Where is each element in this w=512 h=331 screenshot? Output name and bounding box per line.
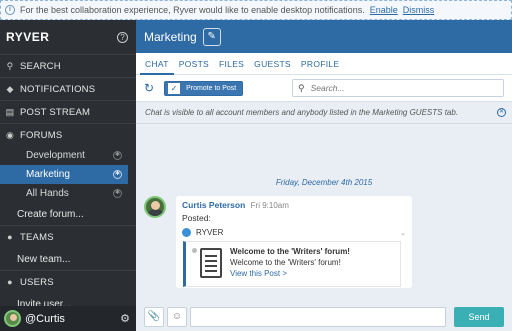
- promote-label: Promote to Post: [186, 84, 237, 92]
- nav-post-stream-label: POST STREAM: [20, 106, 91, 118]
- attach-icon[interactable]: 📎: [144, 307, 164, 327]
- forum-label: Marketing: [26, 169, 70, 180]
- chevron-down-icon[interactable]: ⌄: [400, 229, 406, 237]
- emoji-icon[interactable]: ☺: [167, 307, 187, 327]
- status-dot-icon: [192, 248, 197, 253]
- nav-users[interactable]: ● USERS: [0, 270, 136, 293]
- user-bar: @Curtis ⚙: [0, 306, 136, 331]
- nav-search[interactable]: ⚲ SEARCH: [0, 54, 136, 77]
- search-box[interactable]: ⚲: [292, 79, 504, 97]
- sidebar: RYVER ? ⚲ SEARCH ◆ NOTIFICATIONS ▤ POST …: [0, 20, 136, 331]
- message-author[interactable]: Curtis Peterson: [182, 200, 245, 210]
- post-card-body: Welcome to the 'Writers' forum!: [230, 258, 341, 267]
- nav-users-label: USERS: [20, 276, 54, 288]
- tab-profile[interactable]: PROFILE: [296, 53, 344, 75]
- page-title: Marketing: [144, 29, 197, 44]
- forums-icon: ◉: [5, 129, 15, 140]
- avatar[interactable]: [144, 196, 166, 218]
- send-button[interactable]: Send: [454, 307, 504, 327]
- gear-icon[interactable]: ✱: [113, 151, 122, 160]
- visibility-banner: Chat is visible to all account members a…: [136, 102, 512, 124]
- sidebar-item-all-hands[interactable]: All Hands ✱: [0, 184, 136, 203]
- nav-post-stream[interactable]: ▤ POST STREAM: [0, 100, 136, 123]
- message-source: RYVER ⌄: [182, 228, 406, 237]
- edit-pencil-icon[interactable]: ✎: [202, 27, 221, 46]
- search-icon: ⚲: [298, 82, 305, 93]
- tab-files[interactable]: FILES: [214, 53, 249, 75]
- nav-notifications-label: NOTIFICATIONS: [20, 83, 96, 95]
- brand-bar: RYVER ?: [0, 20, 136, 54]
- bell-icon: ◆: [6, 83, 14, 94]
- nav-forums-label: FORUMS: [20, 129, 63, 141]
- view-post-link[interactable]: View this Post >: [230, 268, 350, 279]
- stream-icon: ▤: [5, 106, 15, 117]
- tab-bar: CHAT POSTS FILES GUESTS PROFILE: [136, 53, 512, 75]
- settings-gear-icon[interactable]: ⚙: [120, 312, 130, 325]
- username[interactable]: @Curtis: [25, 313, 120, 325]
- ryver-icon: [182, 228, 191, 237]
- date-divider: Friday, December 4th 2015: [275, 178, 373, 187]
- create-forum-link[interactable]: Create forum...: [0, 203, 136, 225]
- nav-forums[interactable]: ◉ FORUMS: [0, 123, 136, 146]
- help-icon[interactable]: ?: [117, 31, 128, 43]
- nav-search-label: SEARCH: [20, 60, 61, 72]
- notification-banner: i For the best collaboration experience,…: [0, 0, 512, 20]
- gear-icon[interactable]: ✱: [113, 170, 122, 179]
- visibility-text: Chat is visible to all account members a…: [145, 108, 459, 117]
- refresh-icon[interactable]: ↻: [144, 81, 154, 95]
- forum-label: All Hands: [26, 188, 69, 199]
- message-bubble: Curtis Peterson Fri 9:10am Posted: RYVER…: [176, 196, 412, 288]
- teams-icon: ●: [7, 232, 13, 242]
- close-icon[interactable]: ✕: [497, 108, 506, 117]
- nav-teams-label: TEAMS: [20, 231, 54, 243]
- message-header: Curtis Peterson Fri 9:10am: [182, 200, 406, 210]
- new-team-link[interactable]: New team...: [0, 248, 136, 270]
- checkmark-icon: ✓: [168, 82, 181, 94]
- enable-link[interactable]: Enable: [370, 5, 398, 15]
- sidebar-item-marketing[interactable]: Marketing ✱: [0, 165, 128, 184]
- tab-guests[interactable]: GUESTS: [249, 53, 296, 75]
- ryver-logo: RYVER: [6, 30, 50, 44]
- main-panel: Marketing ✎ CHAT POSTS FILES GUESTS PROF…: [136, 20, 512, 331]
- avatar[interactable]: [4, 310, 21, 327]
- gear-icon[interactable]: ✱: [113, 189, 122, 198]
- forum-label: Development: [26, 150, 85, 161]
- document-icon: [200, 248, 222, 278]
- notification-text: For the best collaboration experience, R…: [20, 5, 365, 15]
- message-composer: 📎 ☺ Send: [136, 303, 512, 331]
- message-input[interactable]: [190, 307, 446, 327]
- sidebar-item-development[interactable]: Development ✱: [0, 146, 136, 165]
- nav-notifications[interactable]: ◆ NOTIFICATIONS: [0, 77, 136, 100]
- source-label: RYVER: [196, 228, 224, 237]
- promote-to-post-button[interactable]: ✓ Promote to Post: [164, 80, 244, 96]
- forum-header: Marketing ✎: [136, 20, 512, 53]
- post-card-text: Welcome to the 'Writers' forum! Welcome …: [230, 246, 350, 282]
- info-icon: i: [5, 5, 15, 15]
- dismiss-link[interactable]: Dismiss: [403, 5, 435, 15]
- search-icon: ⚲: [6, 60, 14, 71]
- nav-teams[interactable]: ● TEAMS: [0, 225, 136, 248]
- post-card-title: Welcome to the 'Writers' forum!: [230, 247, 350, 256]
- tab-posts[interactable]: POSTS: [174, 53, 214, 75]
- post-card[interactable]: Welcome to the 'Writers' forum! Welcome …: [183, 241, 401, 287]
- search-input[interactable]: [310, 83, 491, 93]
- chat-toolbar: ↻ ✓ Promote to Post ⚲: [136, 75, 512, 102]
- users-icon: ●: [7, 277, 13, 287]
- message-time: Fri 9:10am: [250, 201, 289, 210]
- tab-chat[interactable]: CHAT: [140, 53, 174, 75]
- message-text: Posted:: [182, 213, 211, 223]
